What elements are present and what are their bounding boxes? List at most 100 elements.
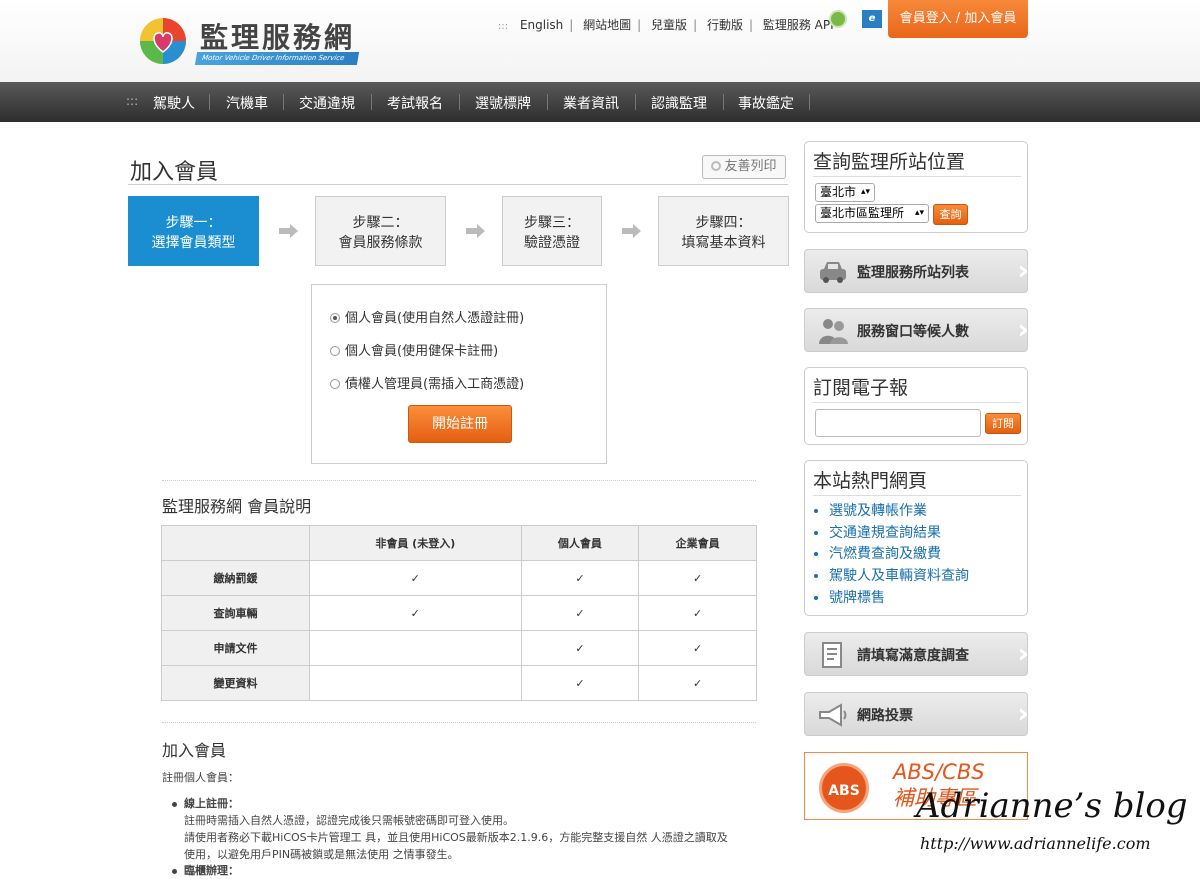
divider <box>162 722 756 723</box>
hot-page-link[interactable]: 交通違規查詢結果 <box>829 523 969 545</box>
step-arrow-icon <box>622 224 642 238</box>
table-cell: ✓ <box>638 595 757 631</box>
survey-label: 請填寫滿意度調查 <box>857 648 969 664</box>
subscribe-button[interactable]: 訂閱 <box>985 413 1021 434</box>
link-mobile[interactable]: 行動版 <box>707 18 743 32</box>
step-arrow-icon <box>279 224 299 238</box>
online-register-title: 線上註冊： <box>184 797 239 810</box>
step-2-line1: 步驟二： <box>352 215 409 231</box>
separator: | <box>748 18 753 32</box>
nav-separator <box>371 94 372 110</box>
nav-item-vehicle[interactable]: 汽機車 <box>226 93 268 113</box>
nav-separator <box>723 94 724 110</box>
radio-button[interactable] <box>330 379 340 389</box>
print-button[interactable]: 友善列印 <box>702 155 786 179</box>
link-sitemap[interactable]: 網站地圖 <box>583 18 631 32</box>
option-citizen-certificate[interactable]: 個人會員(使用自然人憑證註冊) <box>330 307 524 326</box>
radio-button[interactable] <box>330 346 340 356</box>
link-english[interactable]: English <box>520 18 563 32</box>
nav-item-accident[interactable]: 事故鑑定 <box>738 93 794 113</box>
column-header <box>161 525 310 561</box>
city-select[interactable]: 臺北市 ▴▾ <box>815 183 875 202</box>
survey-button[interactable]: 請填寫滿意度調查 ›› <box>804 632 1034 676</box>
step-1-line2: 選擇會員類型 <box>151 235 236 251</box>
hot-page-link[interactable]: 選號及轉帳作業 <box>829 501 969 523</box>
option-label: 債權人管理員(需插入工商憑證) <box>345 377 525 392</box>
table-cell: ✓ <box>520 630 640 666</box>
hot-page-link[interactable]: 駕駛人及車輛資料查詢 <box>829 566 969 588</box>
nav-item-about[interactable]: 認識監理 <box>651 93 707 113</box>
nav-item-driver[interactable]: 駕駛人 <box>153 93 195 113</box>
station-query-title: 查詢監理所站位置 <box>813 151 966 173</box>
link-app[interactable]: 監理服務 APP <box>763 18 838 32</box>
station-list-label: 監理服務所站列表 <box>857 265 969 281</box>
page-title: 加入會員 <box>130 160 219 185</box>
abs-banner-line1: ABS/CBS <box>893 760 985 784</box>
row-header: 變更資料 <box>161 665 310 701</box>
people-icon <box>819 319 848 344</box>
login-register-button[interactable]: 會員登入 / 加入會員 <box>888 0 1028 38</box>
table-cell: ✓ <box>638 560 757 596</box>
header: 監理服務網 Motor Vehicle Driver Information S… <box>0 0 1200 82</box>
car-icon <box>820 262 846 283</box>
station-list-button[interactable]: 監理服務所站列表 ›› <box>804 249 1033 293</box>
table-row: 申請文件 ✓ ✓ <box>161 630 757 666</box>
column-header: 個人會員 <box>520 525 640 561</box>
step-4-line2: 填寫基本資料 <box>681 235 766 251</box>
nav-separator <box>635 94 636 110</box>
logo-text: 監理服務網 <box>200 21 356 54</box>
print-button-label: 友善列印 <box>724 159 777 174</box>
separator: | <box>693 18 698 32</box>
office-select[interactable]: 臺北市區監理所 ▴▾ <box>815 204 929 223</box>
panel-divider <box>813 402 1021 403</box>
step-4-line1: 步驟四： <box>695 215 752 231</box>
step-arrow-icon <box>466 224 486 238</box>
nav-item-exam[interactable]: 考試報名 <box>387 93 443 113</box>
nav-separator <box>209 94 210 110</box>
newsletter-email-input[interactable] <box>815 409 981 437</box>
option-label: 個人會員(使用自然人憑證註冊) <box>345 311 525 326</box>
vote-label: 網路投票 <box>857 708 913 724</box>
newsletter-title: 訂閱電子報 <box>813 377 909 399</box>
print-icon <box>711 161 722 171</box>
table-cell: ✓ <box>309 595 522 631</box>
nav-item-business[interactable]: 業者資訊 <box>563 93 619 113</box>
member-type-form: 個人會員(使用自然人憑證註冊) 個人會員(使用健保卡註冊) 債權人管理員(需插入… <box>311 284 607 464</box>
start-register-button[interactable]: 開始註冊 <box>408 405 512 443</box>
city-select-value: 臺北市 <box>820 185 857 199</box>
abs-badge: ABS <box>819 763 869 813</box>
site-logo[interactable]: 監理服務網 Motor Vehicle Driver Information S… <box>138 14 368 70</box>
vote-button[interactable]: 網路投票 ›› <box>804 692 1033 736</box>
station-query-button[interactable]: 查詢 <box>933 204 968 225</box>
wait-count-button[interactable]: 服務窗口等候人數 ›› <box>804 308 1033 352</box>
e-government-icon[interactable]: e <box>862 10 882 28</box>
nav-separator <box>547 94 548 110</box>
separator: | <box>637 18 642 32</box>
table-cell: ✓ <box>520 560 640 596</box>
hot-page-link[interactable]: 號牌標售 <box>829 588 969 610</box>
hot-pages-list: 選號及轉帳作業 交通違規查詢結果 汽燃費查詢及繳費 駕駛人及車輛資料查詢 號牌標… <box>829 501 969 610</box>
online-register-line: 使用，以避免用戶PIN碼被鎖或是無法使用 之情事發生。 <box>184 848 459 861</box>
accessibility-icon[interactable] <box>829 10 847 28</box>
counter-register-title: 臨櫃辦理： <box>184 864 239 877</box>
option-creditor-admin[interactable]: 債權人管理員(需插入工商憑證) <box>330 373 524 392</box>
table-cell: ✓ <box>638 630 757 666</box>
online-register-line: 請使用者務必下載HiCOS卡片管理工 具，並且使用HiCOS最新版本2.1.9.… <box>184 831 728 844</box>
nav-separator <box>283 94 284 110</box>
step-1-line1: 步驟一： <box>165 215 222 231</box>
step-3-line2: 驗證憑證 <box>524 235 580 251</box>
table-row: 查詢車輛 ✓ ✓ ✓ <box>161 595 757 631</box>
panel-divider <box>813 176 1021 177</box>
nav-item-violation[interactable]: 交通違規 <box>299 93 355 113</box>
station-query-panel: 查詢監理所站位置 臺北市 ▴▾ 臺北市區監理所 ▴▾ 查詢 <box>804 141 1028 233</box>
table-cell: ✓ <box>309 560 522 596</box>
double-chevron-icon: ›› <box>1017 639 1034 669</box>
radio-button[interactable] <box>330 313 340 323</box>
nav-item-plates[interactable]: 選號標牌 <box>475 93 531 113</box>
row-header: 查詢車輛 <box>161 595 310 631</box>
option-health-card[interactable]: 個人會員(使用健保卡註冊) <box>330 340 498 359</box>
link-kids[interactable]: 兒童版 <box>651 18 687 32</box>
hot-page-link[interactable]: 汽燃費查詢及繳費 <box>829 544 969 566</box>
column-header: 企業會員 <box>638 525 757 561</box>
hot-pages-panel: 本站熱門網頁 選號及轉帳作業 交通違規查詢結果 汽燃費查詢及繳費 駕駛人及車輛資… <box>804 460 1028 616</box>
